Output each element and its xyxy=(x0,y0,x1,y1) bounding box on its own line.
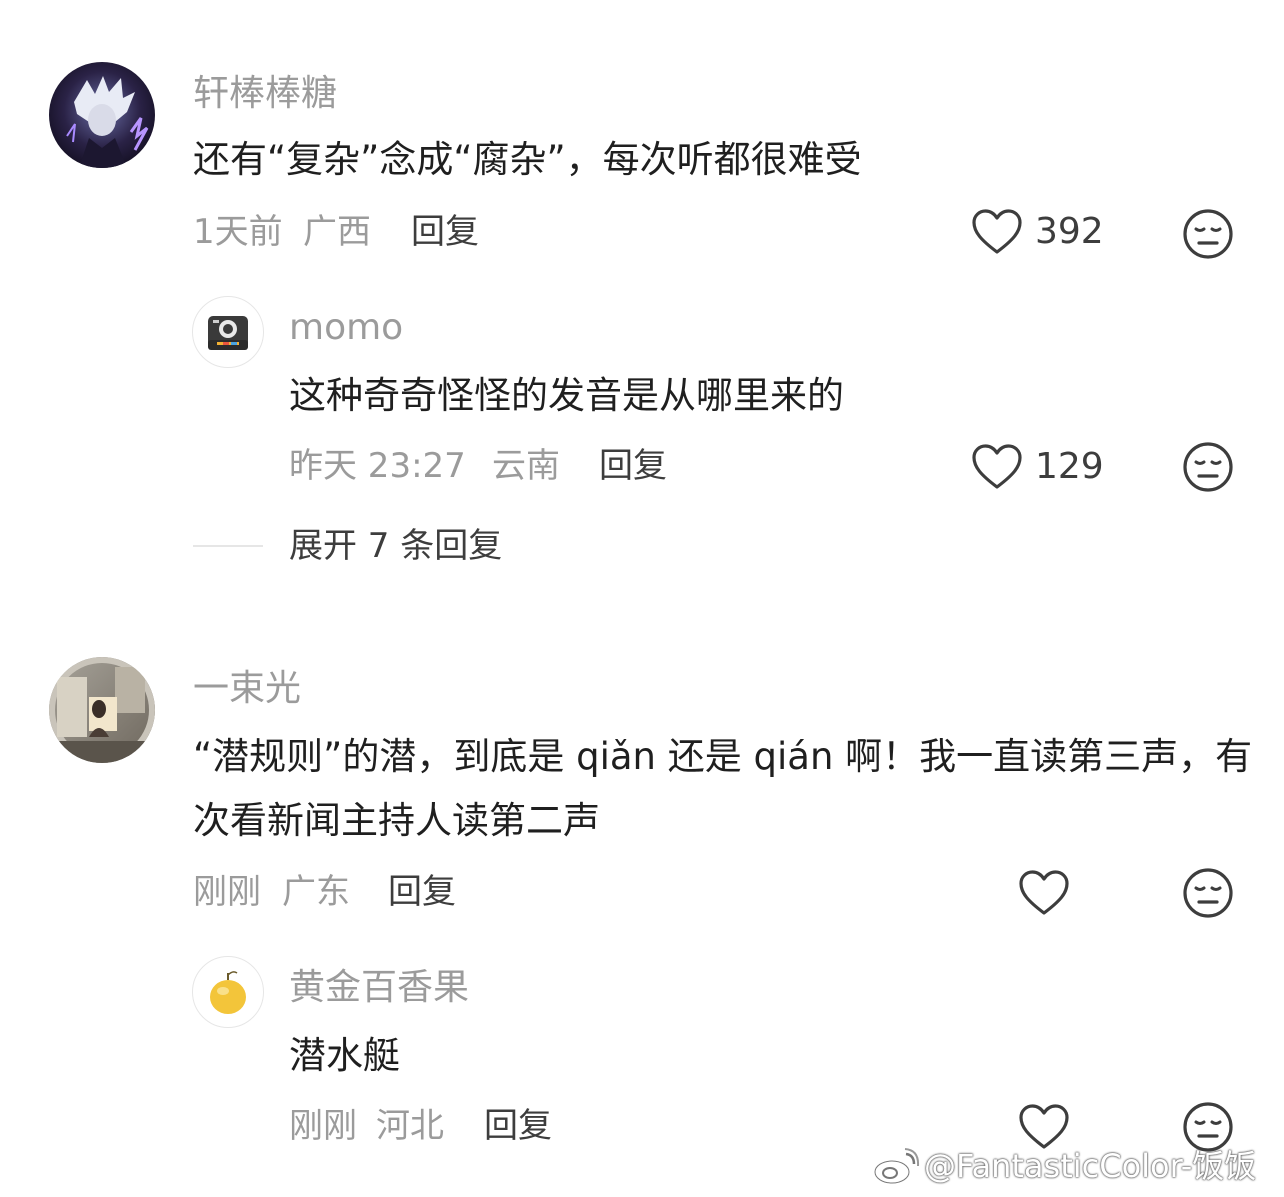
heart-outline-icon xyxy=(1019,870,1069,915)
comment-time: 刚刚 xyxy=(193,872,261,912)
like-count: 392 xyxy=(1035,211,1104,252)
weibo-logo-icon xyxy=(873,1148,920,1185)
avatar[interactable] xyxy=(49,62,155,168)
reply-time: 刚刚 xyxy=(289,1106,357,1146)
dislike-button[interactable] xyxy=(1182,441,1234,493)
dislike-button[interactable] xyxy=(1182,867,1234,919)
meh-face-icon xyxy=(1183,868,1233,918)
reply-username[interactable]: momo xyxy=(289,306,403,350)
reply-username[interactable]: 黄金百香果 xyxy=(289,966,469,1010)
expand-divider xyxy=(193,545,263,547)
watermark-text: @FantasticColor-饭饭 xyxy=(924,1147,1257,1185)
comment-username[interactable]: 一束光 xyxy=(193,667,301,711)
comment-text: 还有“复杂”念成“腐杂”，每次听都很难受 xyxy=(193,138,862,181)
reply-location: 河北 xyxy=(376,1106,444,1146)
reply-button[interactable]: 回复 xyxy=(388,870,456,914)
reply-button[interactable]: 回复 xyxy=(484,1104,552,1148)
avatar[interactable] xyxy=(49,657,155,763)
like-button[interactable] xyxy=(1018,869,1070,917)
reply-text: 这种奇奇怪怪的发音是从哪里来的 xyxy=(289,374,844,417)
reply-button[interactable]: 回复 xyxy=(411,210,479,254)
reply-location: 云南 xyxy=(492,446,560,486)
like-count: 129 xyxy=(1035,446,1104,487)
avatar[interactable] xyxy=(192,296,264,368)
like-button[interactable]: 129 xyxy=(971,443,1104,491)
dislike-button[interactable] xyxy=(1182,208,1234,260)
meh-face-icon xyxy=(1183,442,1233,492)
reply-button[interactable]: 回复 xyxy=(599,444,667,488)
comment-location: 广东 xyxy=(282,872,350,912)
meh-face-icon xyxy=(1183,209,1233,259)
reply-time: 昨天 23:27 xyxy=(289,446,466,486)
heart-outline-icon xyxy=(972,444,1022,489)
heart-outline-icon xyxy=(1019,1104,1069,1149)
avatar[interactable] xyxy=(192,956,264,1028)
like-button[interactable]: 392 xyxy=(971,208,1104,256)
comment-text: “潜规则”的潜，到底是 qiǎn 还是 qián 啊！我一直读第三声，有次看新闻… xyxy=(193,735,1253,842)
reply-text: 潜水艇 xyxy=(289,1034,400,1077)
comment-time: 1天前 xyxy=(193,212,283,252)
expand-replies-button[interactable]: 展开 7 条回复 xyxy=(289,524,502,568)
like-button[interactable] xyxy=(1018,1103,1070,1151)
watermark: @FantasticColor-饭饭 xyxy=(872,1146,1256,1186)
heart-outline-icon xyxy=(972,209,1022,254)
comment-username[interactable]: 轩棒棒糖 xyxy=(193,72,337,116)
comment-location: 广西 xyxy=(303,212,371,252)
